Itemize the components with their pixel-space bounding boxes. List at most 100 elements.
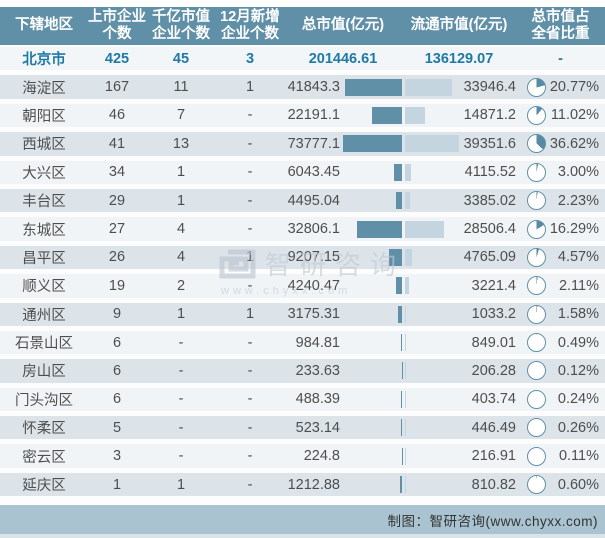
pie-wedge-icon (527, 78, 546, 97)
hundred-billion-count-cell: 11 (146, 79, 216, 95)
table-header-row: 下辖地区 上市企业 个数 千亿市值 企业个数 12月新增 企业个数 总市值(亿元… (0, 7, 605, 45)
total-market-value-cell: 22191.1 (284, 107, 402, 124)
total-market-value: 41843.3 (284, 79, 343, 95)
column-header-december-new-count: 12月新增 企业个数 (216, 7, 284, 45)
column-header-text: 企业个数 (221, 26, 279, 44)
total-market-value-cell: 523.14 (284, 419, 402, 436)
column-header-total-market-value: 总市值(亿元) (284, 7, 402, 45)
circulating-market-value-cell: 14871.2 (402, 107, 516, 124)
total-value-bar-track (343, 135, 402, 152)
column-header-circulating-market-value: 流通市值(亿元) (402, 7, 516, 45)
total-market-value-cell: 4240.47 (284, 277, 402, 294)
listed-count-cell: 3 (88, 448, 146, 464)
listed-count-cell: 6 (88, 391, 146, 407)
table-row-district: 东城区 27 4 - 32806.1 28506.4 16.29% (0, 217, 605, 240)
total-market-value: 73777.1 (284, 136, 343, 152)
table-row-district: 延庆区 1 1 - 1212.88 810.82 0.60% (0, 473, 605, 496)
pie-wedge-icon (527, 447, 546, 466)
column-header-text: 总市值占 (532, 9, 590, 27)
region-cell: 石景山区 (0, 332, 88, 353)
total-market-value: 4495.04 (284, 193, 343, 209)
total-value-bar-track (343, 249, 402, 266)
listed-count-cell: 29 (88, 193, 146, 209)
december-new-count-cell: - (216, 363, 284, 379)
hundred-billion-count-cell: 1 (146, 164, 216, 180)
province-share-value: 1.58% (546, 306, 605, 322)
listed-count-cell: 425 (88, 51, 146, 67)
region-cell: 朝阳区 (0, 105, 88, 126)
total-market-value: 22191.1 (284, 107, 343, 123)
december-new-count-cell: - (216, 335, 284, 351)
circulating-value-bar (405, 476, 406, 493)
circulating-value-bar (405, 249, 412, 266)
table-row-district: 通州区 9 1 1 3175.31 1033.2 1.58% (0, 303, 605, 326)
circulating-market-value: 28506.4 (462, 221, 516, 237)
december-new-count-cell: - (216, 164, 284, 180)
province-share-value: 4.57% (546, 249, 605, 265)
listed-count-cell: 6 (88, 335, 146, 351)
circulating-value-bar-track (405, 334, 462, 351)
circulating-market-value: 33946.4 (462, 79, 516, 95)
total-value-bar (394, 164, 402, 181)
hundred-billion-count-cell: 7 (146, 107, 216, 123)
circulating-market-value: 446.49 (462, 420, 516, 436)
province-share-cell: 0.24% (516, 390, 605, 409)
pie-wedge-icon (527, 333, 546, 352)
total-value-bar (389, 249, 402, 266)
listed-count-cell: 1 (88, 477, 146, 493)
pie-wedge-icon (527, 305, 546, 324)
circulating-market-value: 3385.02 (462, 193, 516, 209)
total-market-value: 6043.45 (284, 164, 343, 180)
pie-wedge-icon (527, 163, 546, 182)
region-cell: 海淀区 (0, 77, 88, 98)
listed-count-cell: 26 (88, 249, 146, 265)
province-share-value: 0.12% (546, 363, 605, 379)
total-value-bar-track (343, 362, 402, 379)
province-share-cell: 4.57% (516, 248, 605, 267)
table-row-district: 西城区 41 13 - 73777.1 39351.6 36.62% (0, 132, 605, 155)
region-cell: 顺义区 (0, 275, 88, 296)
pie-wedge-icon (527, 475, 546, 494)
region-cell: 通州区 (0, 304, 88, 325)
pie-wedge-icon (527, 134, 546, 153)
total-value-bar (343, 135, 402, 152)
total-market-value: 233.63 (284, 363, 343, 379)
total-market-value-cell: 201446.61 (284, 51, 402, 67)
table-row-district: 丰台区 29 1 - 4495.04 3385.02 2.23% (0, 189, 605, 212)
province-share-value: 0.49% (546, 335, 605, 351)
region-cell: 昌平区 (0, 247, 88, 268)
pie-wedge-icon (527, 191, 546, 210)
province-share-value: 16.29% (546, 221, 605, 237)
province-share-cell: 1.58% (516, 305, 605, 324)
table-footer: 制图：智研咨询(www.chyxx.com) (0, 505, 605, 534)
circulating-value-bar (405, 79, 452, 96)
circulating-market-value: 39351.6 (462, 136, 516, 152)
region-cell: 西城区 (0, 133, 88, 154)
circulating-value-bar-track (405, 362, 462, 379)
circulating-market-value-cell: 4765.09 (402, 249, 516, 266)
column-header-region: 下辖地区 (0, 7, 88, 45)
circulating-market-value-cell: 39351.6 (402, 135, 516, 152)
circulating-value-bar-track (405, 277, 462, 294)
column-header-text: 千亿市值 (152, 9, 210, 27)
circulating-value-bar-track (405, 419, 462, 436)
circulating-market-value: 1033.2 (462, 306, 516, 322)
column-header-text: 流通市值(亿元) (411, 17, 508, 35)
listed-count-cell: 6 (88, 363, 146, 379)
total-value-bar (345, 79, 402, 96)
december-new-count-cell: - (216, 420, 284, 436)
total-market-value-cell: 224.8 (284, 448, 402, 465)
bottom-strip (0, 534, 605, 538)
circulating-value-bar-track (405, 79, 462, 96)
december-new-count-cell: - (216, 477, 284, 493)
pie-wedge-icon (527, 248, 546, 267)
circulating-market-value-cell: 810.82 (402, 476, 516, 493)
hundred-billion-count-cell: - (146, 448, 216, 464)
circulating-market-value-cell: 206.28 (402, 362, 516, 379)
province-share-cell: 0.11% (516, 447, 605, 466)
pie-wedge-icon (527, 106, 546, 125)
table-row-district: 密云区 3 - - 224.8 216.91 0.11% (0, 444, 605, 467)
table-body: 北京市 425 45 3 201446.61 136129.07 - 海淀区 1… (0, 47, 605, 501)
circulating-value-bar (405, 107, 425, 124)
december-new-count-cell: 1 (216, 306, 284, 322)
